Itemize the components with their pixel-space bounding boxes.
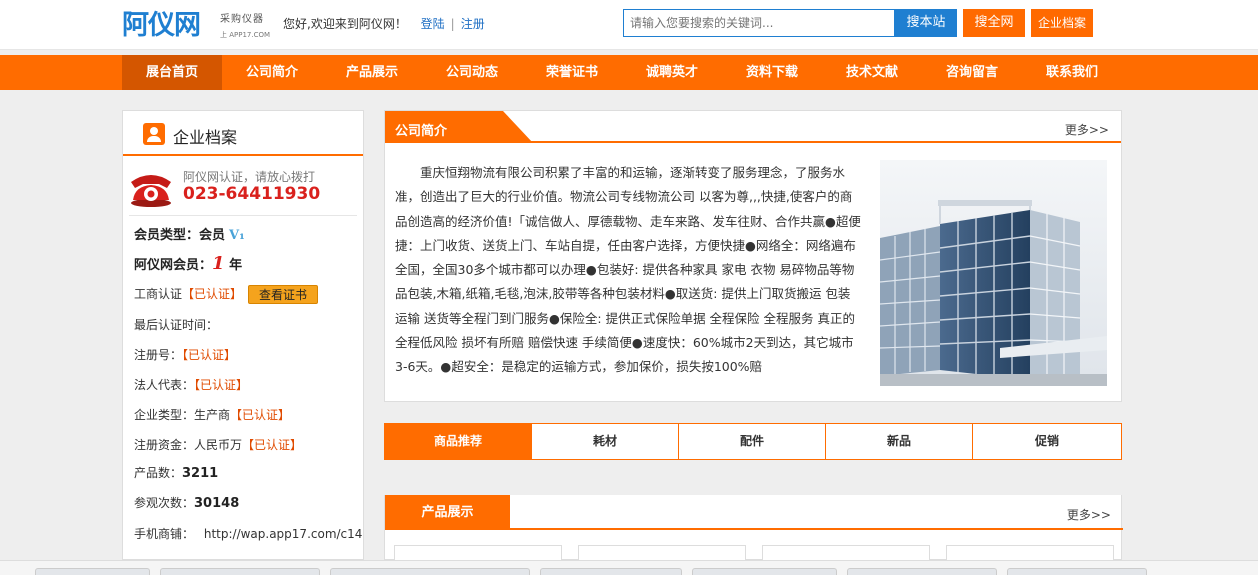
bottom-tab-strip [0,560,1258,575]
biz-cert-status: 【已认证】 [182,287,243,301]
nav-honors[interactable]: 荣誉证书 [522,55,622,90]
company-type-status: 【已认证】 [230,408,291,422]
phone-number[interactable]: 023-64411930 [183,184,320,204]
visit-count-row: 参观次数：30148 [134,494,239,511]
reg-capital-row: 注册资金：人民币万【已认证】 [134,436,302,453]
member-years-value: 1 [212,253,225,274]
member-level-badge: V₁ [229,228,245,243]
view-cert-button[interactable]: 查看证书 [248,285,319,304]
member-type-label: 会员类型： [134,228,200,243]
member-years-unit: 年 [229,258,243,273]
nav-jobs[interactable]: 诚聘英才 [622,55,722,90]
tab-new[interactable]: 新品 [826,424,973,459]
window-tab[interactable] [692,568,837,575]
product-count-label: 产品数： [134,466,183,480]
mobile-shop-label: 手机商铺： [134,527,195,541]
nav-downloads[interactable]: 资料下载 [722,55,822,90]
reg-no-row: 注册号：【已认证】 [134,346,236,363]
logo-text: 阿仪网 [122,10,201,41]
site-logo[interactable]: 阿仪网 [122,9,214,43]
welcome-area: 您好,欢迎来到阿仪网！ 登陆 | 注册 [283,15,485,32]
reg-capital-label: 注册资金： [134,438,195,452]
company-archive-button[interactable]: 企业档案 [1031,9,1093,37]
profile-icon [143,123,165,145]
products-more-link[interactable]: 更多>> [1067,506,1111,523]
window-tab[interactable] [540,568,682,575]
nav-company-intro[interactable]: 公司简介 [222,55,322,90]
company-intro-panel: 公司简介 更多>> 重庆恒翔物流有限公司积累了丰富的和运输，逐渐转变了服务理念，… [384,110,1122,402]
nav-contact[interactable]: 联系我们 [1022,55,1122,90]
nav-home[interactable]: 展台首页 [122,55,222,90]
legal-rep-row: 法人代表：【已认证】 [134,376,248,393]
window-tab[interactable] [1007,568,1147,575]
mobile-shop-link[interactable]: http://wap.app17.com/c145 [204,527,362,541]
search-site-button[interactable]: 搜本站 [895,9,957,37]
company-building-photo [880,160,1107,386]
nav-messages[interactable]: 咨询留言 [922,55,1022,90]
company-type-value: 生产商 [194,408,231,422]
visit-count-value: 30148 [194,496,240,511]
nav-tech-docs[interactable]: 技术文献 [822,55,922,90]
phone-block: 阿仪网认证，请放心拨打 023-64411930 [129,166,357,216]
intro-text: 重庆恒翔物流有限公司积累了丰富的和运输，逐渐转变了服务理念，了服务水准，创造出了… [395,165,861,375]
member-years-row: 阿仪网会员：1 年 [134,253,242,274]
member-type-value: 会员 [199,228,226,243]
last-cert-row: 最后认证时间： [134,316,218,333]
telephone-icon [131,175,171,207]
logo-tagline: 采购仪器 上 APP17.COM [220,10,275,40]
window-tab[interactable] [160,568,320,575]
tab-consumables[interactable]: 耗材 [532,424,679,459]
visit-count-label: 参观次数： [134,496,195,510]
last-cert-label: 最后认证时间： [134,318,219,332]
main-nav: 展台首页 公司简介 产品展示 公司动态 荣誉证书 诚聘英才 资料下载 技术文献 … [0,55,1258,90]
biz-cert-row: 工商认证【已认证】 查看证书 [134,285,319,304]
mobile-shop-row: 手机商铺： http://wap.app17.com/c145 [134,525,362,542]
products-panel: 产品展示 更多>> [384,495,1123,565]
tab-accessories[interactable]: 配件 [679,424,826,459]
nav-news[interactable]: 公司动态 [422,55,522,90]
profile-title: 企业档案 [173,128,238,147]
product-category-tabs: 商品推荐 耗材 配件 新品 促销 [384,423,1122,460]
logo-url: 上 APP17.COM [220,31,271,39]
register-link[interactable]: 注册 [461,17,485,31]
phone-hint: 阿仪网认证，请放心拨打 [183,170,316,184]
window-tab[interactable] [330,568,530,575]
tab-recommended[interactable]: 商品推荐 [385,424,532,459]
search-all-button[interactable]: 搜全网 [963,9,1025,37]
products-header: 产品展示 更多>> [385,495,1123,530]
company-type-row: 企业类型：生产商【已认证】 [134,406,290,423]
company-type-label: 企业类型： [134,408,195,422]
search-input[interactable] [623,9,895,37]
member-type-row: 会员类型：会员 V₁ [134,224,245,243]
nav-products[interactable]: 产品展示 [322,55,422,90]
legal-rep-label: 法人代表： [134,378,195,392]
intro-title: 公司简介 [395,124,448,139]
profile-header: 企业档案 [123,111,363,156]
window-tab[interactable] [35,568,150,575]
reg-capital-value: 人民币万 [194,438,243,452]
company-profile-panel: 企业档案 阿仪网认证，请放心拨打 023-64411930 会员类型：会员 V₁ … [122,110,364,560]
intro-header: 公司简介 更多>> [385,111,1121,143]
biz-cert-label: 工商认证 [134,287,183,301]
top-bar: 阿仪网 采购仪器 上 APP17.COM 您好,欢迎来到阿仪网！ 登陆 | 注册 搜… [0,0,1258,50]
login-link[interactable]: 登陆 [421,17,445,31]
reg-no-status: 【已认证】 [182,348,237,362]
link-separator: | [450,17,455,31]
tab-promotion[interactable]: 促销 [973,424,1121,459]
product-count-value: 3211 [182,466,219,481]
product-count-row: 产品数：3211 [134,464,218,481]
reg-capital-status: 【已认证】 [242,438,303,452]
reg-no-label: 注册号： [134,348,183,362]
products-title: 产品展示 [385,495,510,530]
intro-more-link[interactable]: 更多>> [1065,121,1109,138]
legal-rep-status: 【已认证】 [194,378,249,392]
welcome-text: 您好,欢迎来到阿仪网！ [283,17,407,31]
window-tab[interactable] [847,568,997,575]
logo-slogan: 采购仪器 [220,14,264,25]
member-years-label: 阿仪网会员： [134,258,213,273]
